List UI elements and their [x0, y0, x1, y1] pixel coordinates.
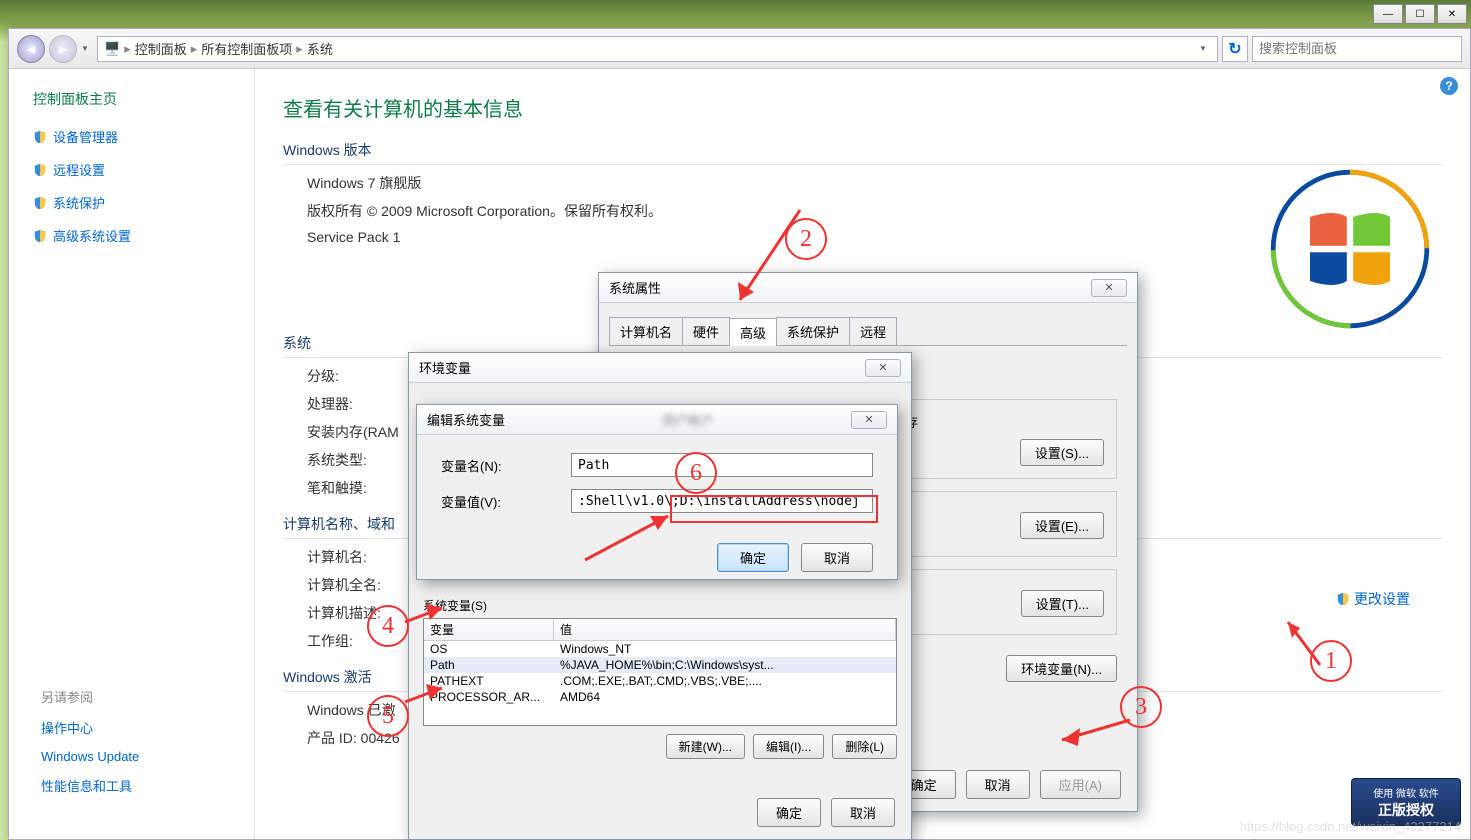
env-titlebar: 环境变量 ✕	[409, 353, 911, 383]
close-icon[interactable]: ✕	[851, 411, 887, 429]
section-windows-edition: Windows 版本	[283, 140, 1442, 165]
sidebar-footer: 另请参阅 操作中心 Windows Update 性能信息和工具	[41, 687, 139, 807]
history-dropdown-icon[interactable]: ▼	[81, 44, 93, 53]
env-title: 环境变量	[419, 358, 471, 377]
sysprops-title: 系统属性	[609, 278, 661, 297]
varname-label: 变量名(N):	[441, 456, 571, 475]
tab-protection[interactable]: 系统保护	[776, 317, 850, 345]
breadcrumb-seg-2[interactable]: 所有控制面板项	[201, 39, 292, 58]
env-sys-delete-button[interactable]: 删除(L)	[832, 734, 897, 759]
edit-titlebar: 编辑系统变量 用户帐户 ✕	[417, 405, 897, 435]
env-cancel-button[interactable]: 取消	[831, 798, 895, 827]
breadcrumb-seg-1[interactable]: 控制面板	[135, 39, 187, 58]
sidebar-footer-link-perf[interactable]: 性能信息和工具	[41, 776, 139, 795]
sidebar-footer-title: 另请参阅	[41, 687, 139, 706]
env-row-proc-arch[interactable]: PROCESSOR_AR...AMD64	[424, 689, 896, 705]
help-icon[interactable]: ?	[1440, 77, 1458, 95]
env-col-val[interactable]: 值	[554, 619, 896, 640]
breadcrumb-dropdown-icon[interactable]: ▼	[1199, 44, 1211, 53]
shield-icon	[33, 130, 47, 144]
varvalue-label: 变量值(V):	[441, 492, 571, 511]
windows-logo-icon	[1270, 169, 1430, 329]
edit-ok-button[interactable]: 确定	[717, 543, 789, 572]
annotation-arrow-3	[1050, 710, 1140, 760]
forward-button[interactable]: ►	[49, 35, 77, 63]
tab-computer-name[interactable]: 计算机名	[609, 317, 683, 345]
edit-cancel-button[interactable]: 取消	[801, 543, 873, 572]
shield-icon	[1336, 592, 1350, 606]
env-var-button[interactable]: 环境变量(N)...	[1006, 655, 1117, 682]
env-sysvars-title: 系统变量(S)	[423, 597, 897, 614]
tab-remote[interactable]: 远程	[849, 317, 897, 345]
watermark: https://blog.csdn.net/weixin_42277214	[1240, 819, 1461, 834]
close-icon[interactable]: ✕	[865, 359, 901, 377]
userprofile-settings-button[interactable]: 设置(E)...	[1020, 512, 1104, 539]
sidebar-link-advanced[interactable]: 高级系统设置	[33, 226, 230, 245]
annotation-arrow-1	[1270, 610, 1330, 670]
breadcrumb[interactable]: 🖥️ ▸ 控制面板 ▸ 所有控制面板项 ▸ 系统 ▼	[97, 36, 1218, 62]
tab-hardware[interactable]: 硬件	[682, 317, 730, 345]
annotation-arrow-2	[710, 200, 830, 320]
sidebar-footer-link-update[interactable]: Windows Update	[41, 749, 139, 764]
sidebar-link-protection[interactable]: 系统保护	[33, 193, 230, 212]
sidebar-link-device-manager[interactable]: 设备管理器	[33, 127, 230, 146]
close-icon[interactable]: ✕	[1091, 279, 1127, 297]
perf-settings-button[interactable]: 设置(S)...	[1020, 439, 1104, 466]
sysprops-tabs: 计算机名 硬件 高级 系统保护 远程	[609, 317, 1127, 346]
sidebar-footer-link-action-center[interactable]: 操作中心	[41, 718, 139, 737]
nav-bar: ◄ ► ▼ 🖥️ ▸ 控制面板 ▸ 所有控制面板项 ▸ 系统 ▼ ↻	[9, 29, 1470, 69]
refresh-button[interactable]: ↻	[1222, 36, 1248, 62]
env-sysvars-table[interactable]: 变量 值 OSWindows_NT Path%JAVA_HOME%\bin;C:…	[423, 618, 897, 726]
sidebar: 控制面板主页 设备管理器 远程设置 系统保护 高级系统设置 另请参阅 操作中心 …	[9, 69, 255, 839]
env-sys-edit-button[interactable]: 编辑(I)...	[753, 734, 824, 759]
search-input[interactable]	[1252, 36, 1462, 62]
env-sys-new-button[interactable]: 新建(W)...	[666, 734, 745, 759]
sysprops-titlebar: 系统属性 ✕	[599, 273, 1137, 303]
annotation-arrow-6	[580, 508, 680, 568]
sysprops-apply-button[interactable]: 应用(A)	[1040, 770, 1121, 799]
varname-input[interactable]	[571, 453, 873, 477]
back-button[interactable]: ◄	[17, 35, 45, 63]
tab-advanced[interactable]: 高级	[729, 318, 777, 346]
edit-title: 编辑系统变量	[427, 410, 505, 429]
window-titlebar: — ☐ ✕	[0, 0, 1471, 28]
env-row-path[interactable]: Path%JAVA_HOME%\bin;C:\Windows\syst...	[424, 657, 896, 673]
env-row-os[interactable]: OSWindows_NT	[424, 641, 896, 657]
sysprops-cancel-button[interactable]: 取消	[966, 770, 1030, 799]
close-button[interactable]: ✕	[1437, 4, 1467, 24]
shield-icon	[33, 229, 47, 243]
shield-icon	[33, 196, 47, 210]
maximize-button[interactable]: ☐	[1405, 4, 1435, 24]
env-ok-button[interactable]: 确定	[757, 798, 821, 827]
annotation-arrow-4	[400, 600, 450, 630]
shield-icon	[33, 163, 47, 177]
sidebar-link-remote[interactable]: 远程设置	[33, 160, 230, 179]
sidebar-title: 控制面板主页	[33, 89, 230, 109]
computer-icon: 🖥️	[104, 41, 120, 57]
startup-settings-button[interactable]: 设置(T)...	[1021, 590, 1104, 617]
annotation-arrow-5	[400, 680, 450, 710]
page-heading: 查看有关计算机的基本信息	[283, 93, 1442, 122]
breadcrumb-seg-3[interactable]: 系统	[307, 39, 333, 58]
env-row-pathext[interactable]: PATHEXT.COM;.EXE;.BAT;.CMD;.VBS;.VBE;...…	[424, 673, 896, 689]
change-settings-link[interactable]: 更改设置	[1336, 589, 1410, 609]
minimize-button[interactable]: —	[1373, 4, 1403, 24]
